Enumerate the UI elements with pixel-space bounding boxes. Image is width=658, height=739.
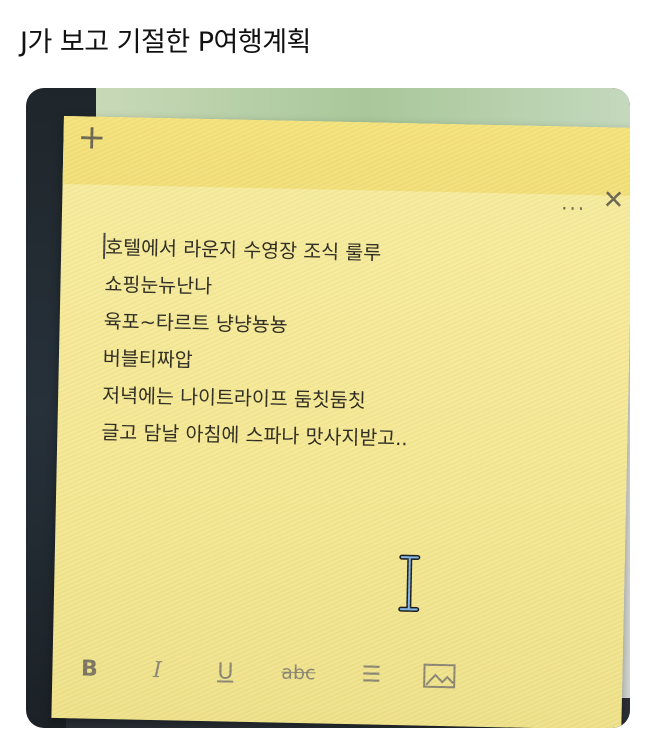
format-toolbar: B I U abc ☰ xyxy=(72,648,493,697)
bold-button[interactable]: B xyxy=(72,656,107,682)
underline-button[interactable]: U xyxy=(208,659,243,685)
close-icon[interactable]: ✕ xyxy=(602,185,624,215)
more-icon[interactable]: ... xyxy=(561,190,587,215)
ibeam-cursor-icon xyxy=(398,554,421,612)
sticky-note: + ... ✕ 호텔에서 라운지 수영장 조식 룰루 쇼핑눈뉴난나 육포~타르트… xyxy=(51,116,630,728)
strikethrough-button[interactable]: abc xyxy=(276,662,320,685)
image-icon[interactable] xyxy=(422,663,457,690)
bullet-list-icon[interactable]: ☰ xyxy=(354,662,389,688)
caption: J가 보고 기절한 P여행계획 xyxy=(20,27,311,58)
italic-button[interactable]: I xyxy=(140,657,175,683)
photo: + ... ✕ 호텔에서 라운지 수영장 조식 룰루 쇼핑눈뉴난나 육포~타르트… xyxy=(26,88,630,728)
plus-icon[interactable]: + xyxy=(77,117,106,158)
note-body[interactable]: 호텔에서 라운지 수영장 조식 룰루 쇼핑눈뉴난나 육포~타르트 냥냥뇽뇽 버블… xyxy=(101,229,606,461)
note-header xyxy=(62,116,630,196)
